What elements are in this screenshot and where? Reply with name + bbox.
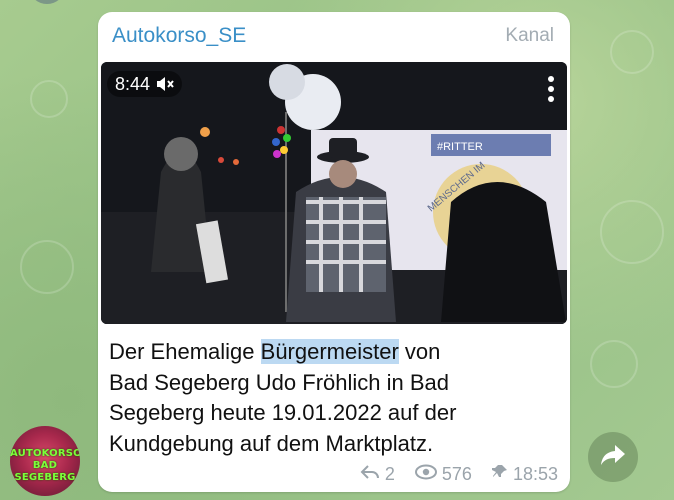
video-menu-icon[interactable]	[547, 76, 555, 104]
message-highlight: Bürgermeister	[260, 339, 399, 364]
message-meta: 2 576 18:53	[360, 464, 558, 485]
share-button[interactable]	[588, 432, 638, 482]
message-text-before: Der Ehemalige	[109, 339, 261, 364]
channel-avatar[interactable]: AUTOKORSO BAD SEGEBERG	[10, 426, 80, 496]
muted-icon[interactable]	[156, 76, 174, 92]
video-duration: 8:44	[115, 74, 151, 94]
channel-message-bubble[interactable]: Autokorso_SE Kanal #RITTER MENSCHEN IM 8…	[98, 12, 570, 492]
share-icon	[600, 444, 626, 471]
banner-text: #RITTER	[437, 141, 483, 153]
wallpaper-doodle	[20, 240, 74, 294]
views-icon	[414, 464, 437, 485]
wallpaper-doodle	[30, 80, 68, 118]
reply-count: 2	[384, 464, 395, 484]
wallpaper-doodle	[600, 200, 664, 264]
message-text: Der Ehemalige Bürgermeister von Bad Sege…	[109, 337, 559, 459]
message-time: 18:53	[512, 464, 558, 484]
wallpaper-doodle	[590, 340, 638, 388]
view-count: 576	[441, 464, 472, 484]
video-player[interactable]: #RITTER MENSCHEN IM 8:44	[101, 62, 567, 324]
avatar-text-line2: BAD	[32, 460, 58, 471]
reply-icon[interactable]	[360, 464, 380, 485]
wallpaper-doodle	[610, 30, 654, 74]
pin-icon	[491, 464, 508, 485]
video-frame: #RITTER MENSCHEN IM	[101, 62, 567, 324]
avatar-text-line3: SEGEBERG	[14, 472, 76, 483]
channel-name[interactable]: Autokorso_SE	[112, 24, 246, 48]
video-duration-badge: 8:44	[107, 71, 183, 97]
avatar-text-line1: AUTOKORSO	[10, 448, 80, 459]
channel-tag: Kanal	[505, 25, 554, 46]
